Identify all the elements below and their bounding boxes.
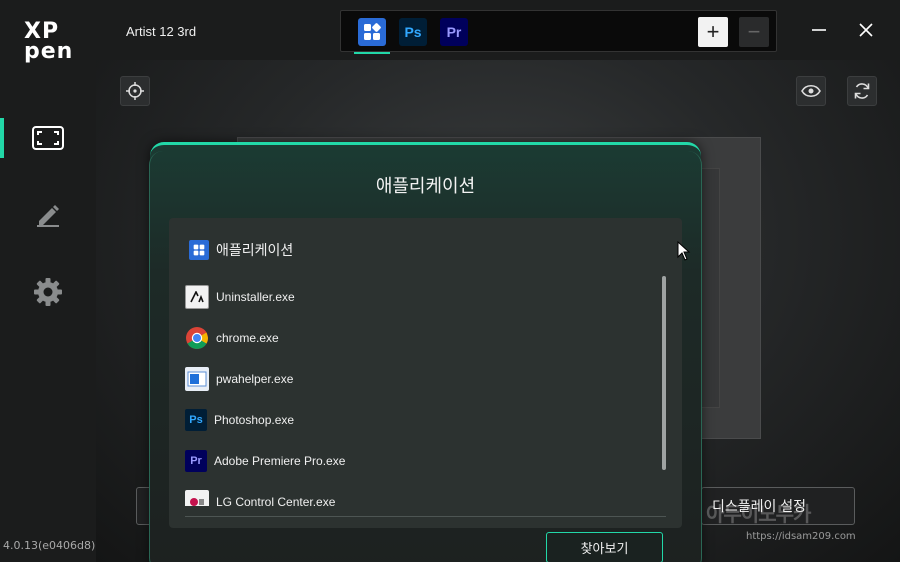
list-item[interactable]: LG Control Center.exe: [185, 489, 335, 506]
sidebar-item-pen[interactable]: [0, 194, 96, 234]
app-tab-strip: Ps Pr + −: [340, 10, 777, 54]
list-item-label: chrome.exe: [216, 331, 279, 345]
list-item-label: Uninstaller.exe: [216, 290, 295, 304]
list-item[interactable]: pwahelper.exe: [185, 366, 293, 392]
photoshop-badge: Ps: [189, 414, 203, 426]
watermark: 아두이노두카 https://idsam209.com: [706, 498, 856, 542]
sidebar: XP pen 4.0.13(e0406d8): [0, 0, 96, 562]
minus-icon: −: [747, 19, 761, 44]
all-apps-icon: [189, 240, 209, 260]
dialog-title: 애플리케이션: [375, 176, 476, 197]
add-tab-button[interactable]: +: [698, 17, 728, 47]
list-scrollbar[interactable]: [662, 276, 666, 470]
list-item-label: Photoshop.exe: [214, 413, 295, 427]
all-apps-icon: [364, 23, 381, 40]
chrome-icon: [185, 326, 209, 350]
mouse-cursor-icon: [677, 241, 691, 261]
minimize-icon: [812, 29, 826, 31]
premiere-icon: Pr: [185, 450, 207, 472]
preview-button[interactable]: [796, 76, 826, 106]
screen-frame-icon: [32, 126, 64, 150]
premiere-badge: Pr: [190, 455, 202, 467]
pen-icon: [37, 205, 59, 227]
refresh-icon: [854, 83, 870, 99]
list-item[interactable]: Pr Adobe Premiere Pro.exe: [185, 448, 345, 474]
gear-icon: [34, 278, 62, 306]
photoshop-icon: Ps: [404, 24, 422, 40]
watermark-url: https://idsam209.com: [746, 531, 856, 542]
version-label: 4.0.13(e0406d8): [3, 539, 96, 552]
logo-line-2: pen: [24, 39, 74, 64]
close-button[interactable]: [854, 18, 878, 42]
browse-button[interactable]: 찾아보기: [546, 532, 663, 562]
list-item-label: Adobe Premiere Pro.exe: [214, 454, 346, 468]
device-name: Artist 12 3rd: [126, 24, 197, 39]
tab-photoshop[interactable]: Ps: [399, 18, 427, 46]
top-bar: Artist 12 3rd Ps Pr + −: [96, 0, 900, 60]
applications-dialog: 애플리케이션 애플리케이션 Uninstaller.exe chrome.exe…: [149, 142, 702, 562]
remove-tab-button[interactable]: −: [739, 17, 769, 47]
list-item[interactable]: Ps Photoshop.exe: [185, 407, 294, 433]
list-item[interactable]: Uninstaller.exe: [185, 284, 295, 310]
crosshair-icon: [126, 82, 144, 100]
xppen-logo: XP pen: [24, 21, 74, 66]
list-item[interactable]: chrome.exe: [185, 325, 279, 351]
locate-button[interactable]: [120, 76, 150, 106]
panel-header-label: 애플리케이션: [216, 243, 294, 259]
pwahelper-icon: [185, 367, 209, 391]
panel-divider: [185, 516, 666, 517]
panel-header: 애플리케이션: [189, 240, 293, 260]
refresh-button[interactable]: [847, 76, 877, 106]
application-list: Uninstaller.exe chrome.exe pwahelper.exe…: [185, 282, 655, 506]
applications-panel: 애플리케이션 Uninstaller.exe chrome.exe pwahel…: [169, 218, 682, 528]
plus-icon: +: [706, 19, 720, 44]
watermark-title: 아두이노두카: [706, 502, 811, 526]
eye-icon: [801, 84, 821, 98]
tab-all-apps[interactable]: [354, 18, 390, 54]
premiere-icon: Pr: [446, 24, 462, 40]
tab-premiere[interactable]: Pr: [440, 18, 468, 46]
sidebar-item-settings[interactable]: [0, 272, 96, 312]
lg-control-icon: [185, 490, 209, 506]
list-item-label: pwahelper.exe: [216, 372, 294, 386]
minimize-button[interactable]: [807, 18, 831, 42]
list-item-label: LG Control Center.exe: [216, 495, 336, 506]
sidebar-item-display-mapping[interactable]: [0, 118, 96, 158]
photoshop-icon: Ps: [185, 409, 207, 431]
close-icon: [859, 23, 873, 37]
uninstaller-icon: [185, 285, 209, 309]
